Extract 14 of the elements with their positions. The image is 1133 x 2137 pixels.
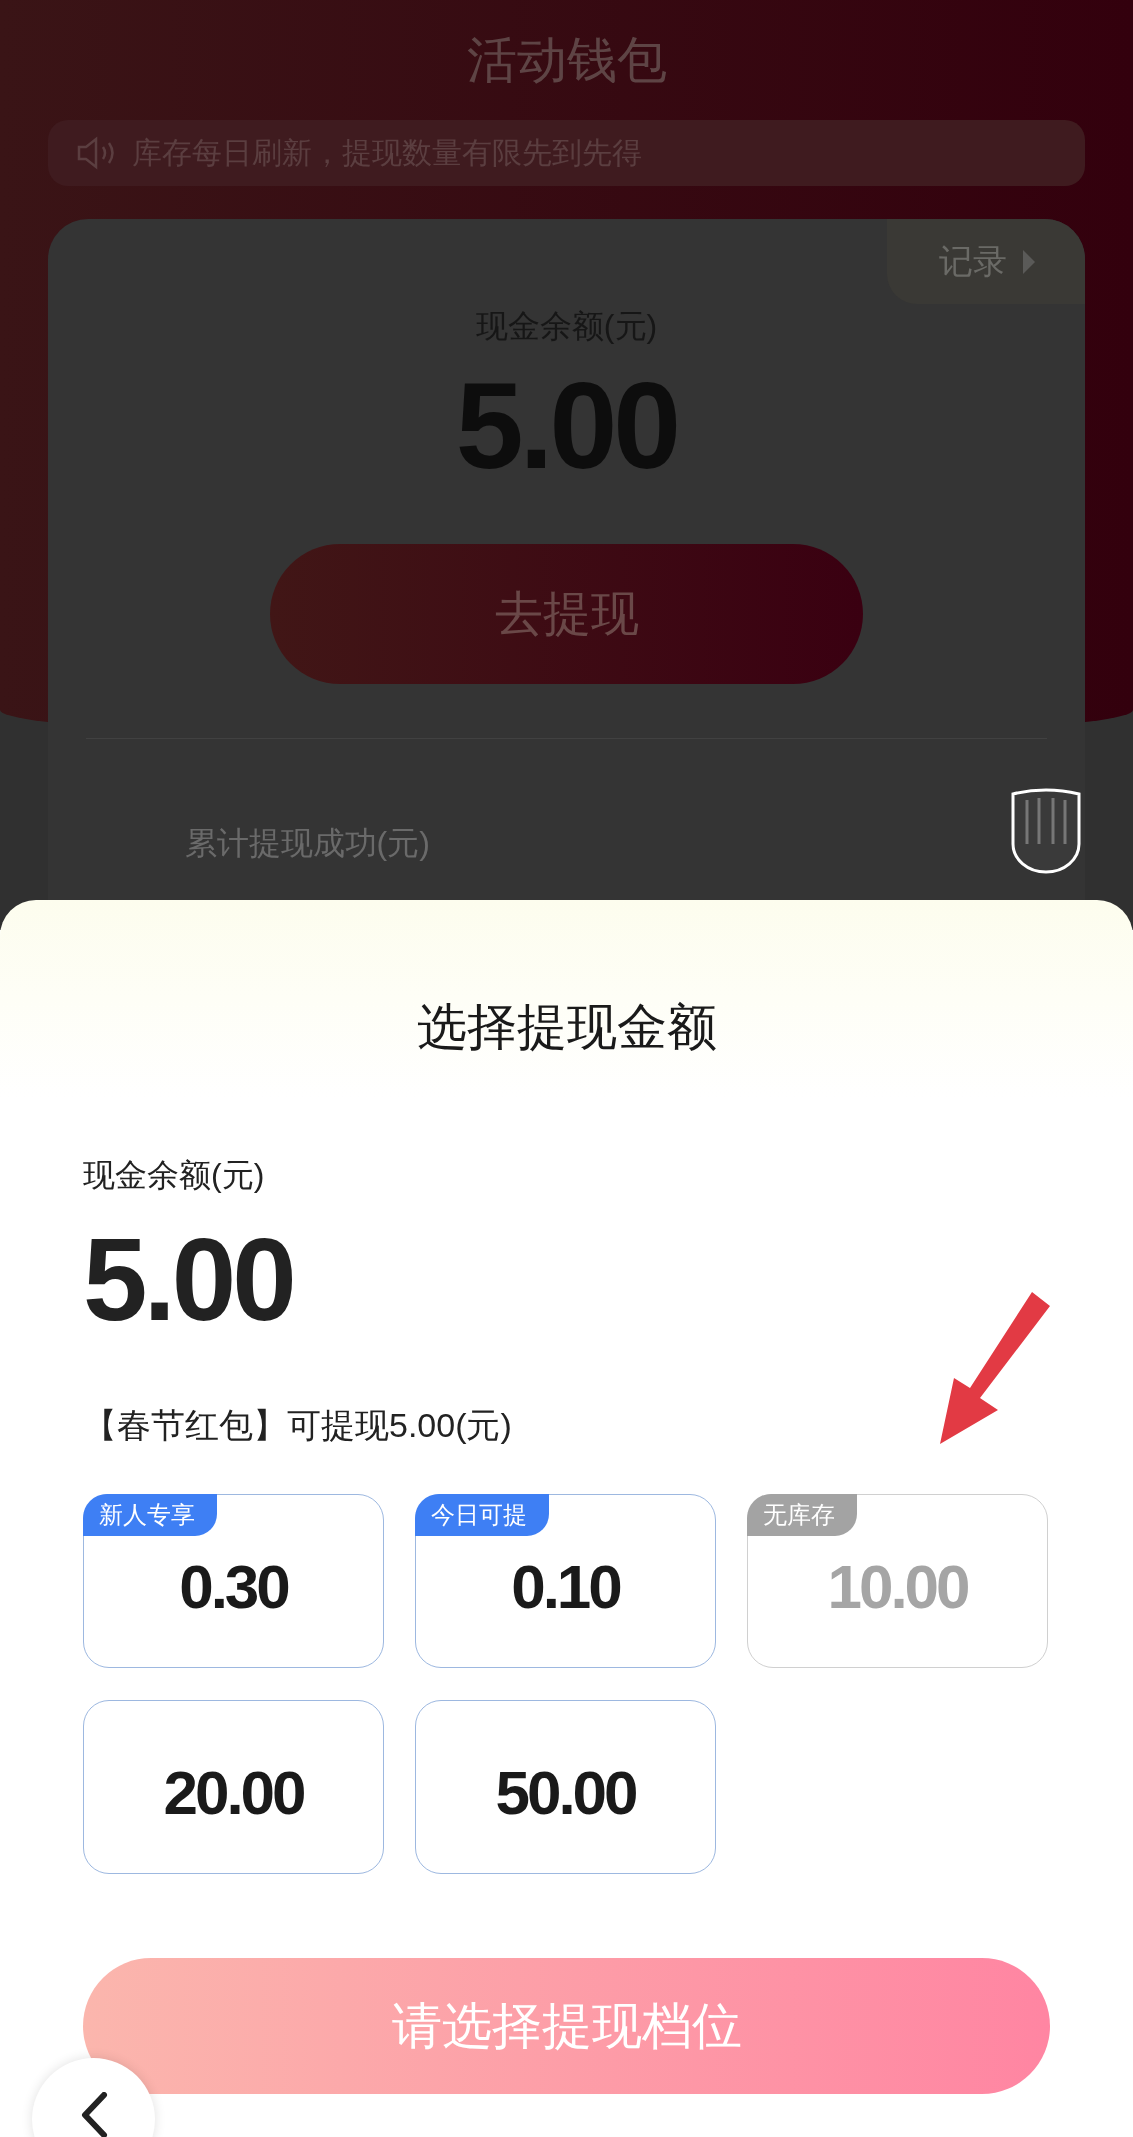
page-title: 活动钱包	[466, 31, 667, 90]
option-tag: 今日可提	[415, 1494, 549, 1536]
option-tag: 新人专享	[83, 1494, 217, 1536]
amount-option[interactable]: 50.00	[415, 1700, 716, 1874]
balance-amount: 5.00	[83, 1220, 293, 1340]
sheet-title: 选择提现金额	[416, 998, 717, 1057]
balance-label: 现金余额(元)	[83, 1156, 265, 1195]
withdraw-note: 【春节红包】可提现5.00(元)	[83, 1405, 512, 1446]
amount-option[interactable]: 0.10 今日可提	[415, 1494, 716, 1668]
option-tag: 无库存	[747, 1494, 857, 1536]
arrow-icon	[940, 1292, 1050, 1444]
triangle-icon	[1021, 247, 1037, 276]
amount-option[interactable]: 0.30 新人专享	[83, 1494, 384, 1668]
amount-option[interactable]: 20.00	[83, 1700, 384, 1874]
